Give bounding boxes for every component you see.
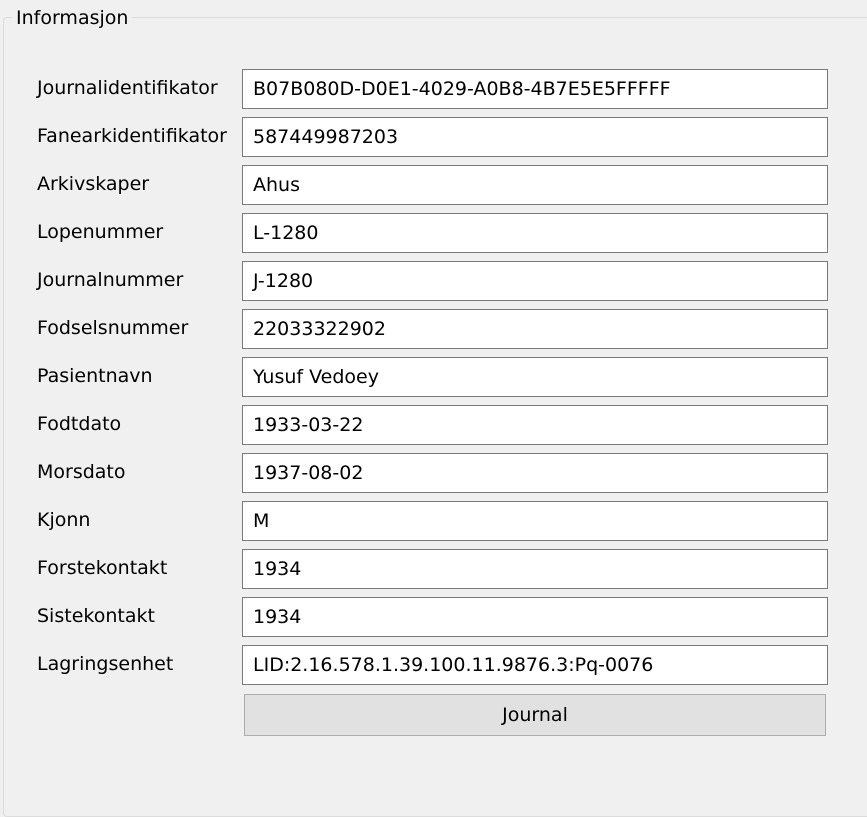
groupbox-title: Informasjon (12, 6, 133, 30)
row-fanearkidentifikator: Fanearkidentifikator 587449987203 (0, 117, 867, 157)
lopenummer-field[interactable]: L-1280 (242, 213, 828, 253)
arkivskaper-field[interactable]: Ahus (242, 165, 828, 205)
row-journalidentifikator: Journalidentifikator B07B080D-D0E1-4029-… (0, 69, 867, 109)
row-fodtdato: Fodtdato 1933-03-22 (0, 405, 867, 445)
label-fodselsnummer: Fodselsnummer (37, 317, 189, 339)
label-morsdato: Morsdato (37, 461, 126, 483)
label-pasientnavn: Pasientnavn (37, 365, 153, 387)
fanearkidentifikator-field[interactable]: 587449987203 (242, 117, 828, 157)
row-morsdato: Morsdato 1937-08-02 (0, 453, 867, 493)
forstekontakt-field[interactable]: 1934 (242, 549, 828, 589)
journalnummer-field[interactable]: J-1280 (242, 261, 828, 301)
label-sistekontakt: Sistekontakt (37, 605, 155, 627)
row-lopenummer: Lopenummer L-1280 (0, 213, 867, 253)
label-fanearkidentifikator: Fanearkidentifikator (37, 125, 227, 147)
morsdato-field[interactable]: 1937-08-02 (242, 453, 828, 493)
label-arkivskaper: Arkivskaper (37, 173, 150, 195)
row-pasientnavn: Pasientnavn Yusuf Vedoey (0, 357, 867, 397)
pasientnavn-field[interactable]: Yusuf Vedoey (242, 357, 828, 397)
label-kjonn: Kjonn (37, 509, 91, 531)
sistekontakt-field[interactable]: 1934 (242, 597, 828, 637)
label-lagringsenhet: Lagringsenhet (37, 653, 174, 675)
lagringsenhet-field[interactable]: LID:2.16.578.1.39.100.11.9876.3:Pq-0076 (242, 645, 828, 685)
row-fodselsnummer: Fodselsnummer 22033322902 (0, 309, 867, 349)
fodtdato-field[interactable]: 1933-03-22 (242, 405, 828, 445)
journalidentifikator-field[interactable]: B07B080D-D0E1-4029-A0B8-4B7E5E5FFFFF (242, 69, 828, 109)
row-forstekontakt: Forstekontakt 1934 (0, 549, 867, 589)
label-lopenummer: Lopenummer (37, 221, 164, 243)
row-arkivskaper: Arkivskaper Ahus (0, 165, 867, 205)
label-forstekontakt: Forstekontakt (37, 557, 168, 579)
row-journalnummer: Journalnummer J-1280 (0, 261, 867, 301)
row-lagringsenhet: Lagringsenhet LID:2.16.578.1.39.100.11.9… (0, 645, 867, 685)
journal-button[interactable]: Journal (244, 694, 826, 736)
label-journalidentifikator: Journalidentifikator (37, 77, 218, 99)
label-fodtdato: Fodtdato (37, 413, 122, 435)
kjonn-field[interactable]: M (242, 501, 828, 541)
row-sistekontakt: Sistekontakt 1934 (0, 597, 867, 637)
label-journalnummer: Journalnummer (37, 269, 184, 291)
fodselsnummer-field[interactable]: 22033322902 (242, 309, 828, 349)
row-kjonn: Kjonn M (0, 501, 867, 541)
